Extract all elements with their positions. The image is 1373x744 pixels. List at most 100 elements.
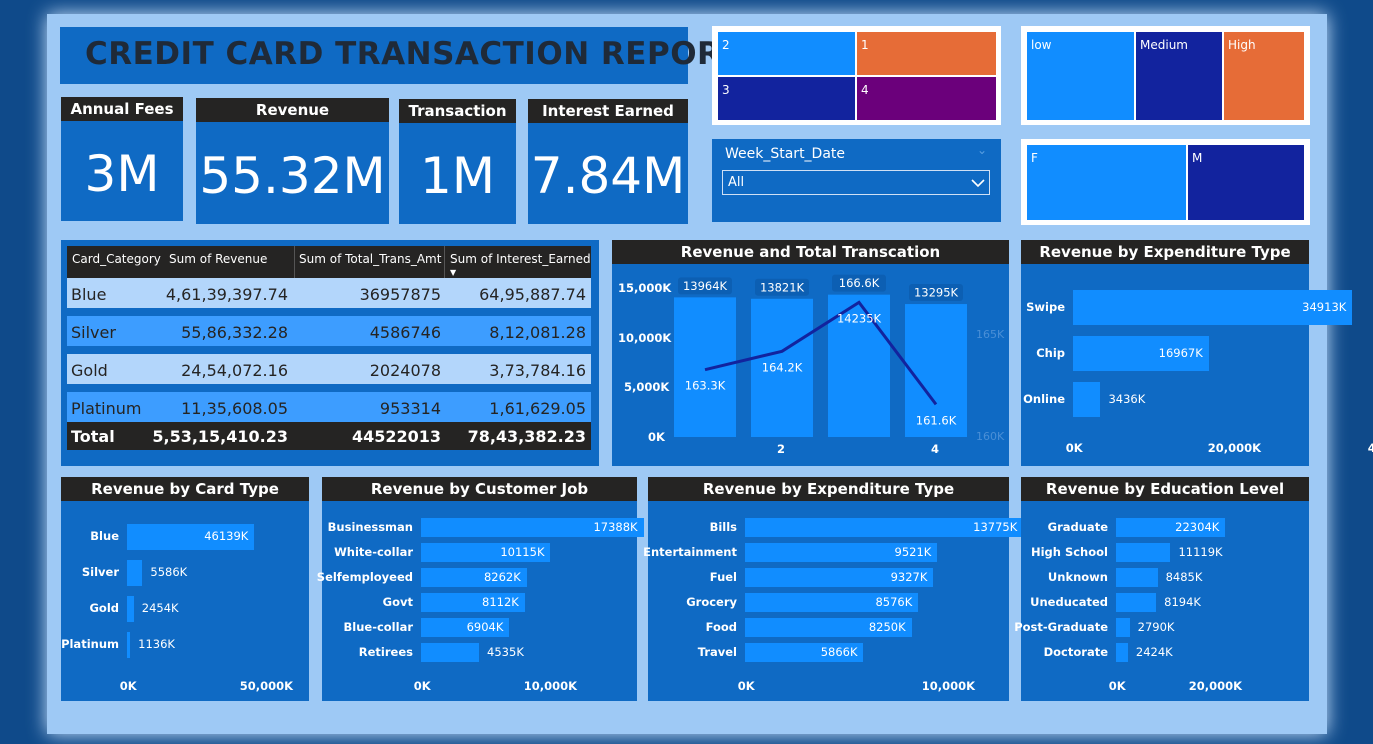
total-trans-amt: 44522013 xyxy=(351,427,441,446)
data-label: 8194K xyxy=(1164,594,1201,609)
x-tick: 0K xyxy=(119,679,137,693)
cell-trans-amt: 36957875 xyxy=(359,285,441,304)
bar[interactable] xyxy=(127,596,134,622)
quarter-tile-4[interactable]: 4 xyxy=(857,77,996,120)
data-label: 13821K xyxy=(760,280,805,294)
data-label: 2424K xyxy=(1135,644,1173,659)
category-label: Bills xyxy=(709,519,737,534)
category-label: Selfemployeed xyxy=(316,569,413,584)
slicer-title: Week_Start_Date xyxy=(725,146,846,162)
quarter-tile-3[interactable]: 3 xyxy=(718,77,855,120)
x-tick: 0K xyxy=(737,679,755,693)
data-label: 16967K xyxy=(1158,345,1203,360)
data-label: 17388K xyxy=(593,519,638,534)
data-label: 5586K xyxy=(150,565,188,579)
chevron-down-icon xyxy=(971,179,985,188)
week-dropdown[interactable]: All xyxy=(722,170,990,195)
cell-interest: 1,61,629.05 xyxy=(489,399,586,418)
kpi-card-annual-fees[interactable]: Annual Fees 3M xyxy=(61,97,183,221)
bar[interactable] xyxy=(1116,568,1158,587)
title-panel: CREDIT CARD TRANSACTION REPORT xyxy=(60,27,741,84)
revenue-by-education-level: Revenue by Education Level Graduate 22304… xyxy=(1014,477,1309,701)
table-row[interactable]: Blue 4,61,39,397.74 36957875 64,95,887.7… xyxy=(67,278,591,308)
table-row[interactable]: Gold 24,54,072.16 2024078 3,73,784.16 xyxy=(67,354,591,384)
clear-selection-icon[interactable]: ⌄ xyxy=(977,143,987,157)
cell-category: Silver xyxy=(71,323,116,342)
kpi-value: 3M xyxy=(84,145,160,203)
category-label: Grocery xyxy=(686,594,737,609)
data-label: 166.6K xyxy=(839,276,880,290)
bar[interactable] xyxy=(127,560,143,586)
category-label: Entertainment xyxy=(643,544,737,559)
bar[interactable] xyxy=(1116,618,1130,637)
kpi-card-interest-earned[interactable]: Interest Earned 7.84M xyxy=(528,99,688,224)
data-label: 11119K xyxy=(1178,544,1223,559)
income-tile-low[interactable]: low xyxy=(1027,32,1134,120)
data-label: 2454K xyxy=(141,601,179,615)
x-tick: 40,000K xyxy=(1367,441,1373,455)
table-row[interactable]: Silver 55,86,332.28 4586746 8,12,081.28 xyxy=(67,316,591,346)
kpi-label: Revenue xyxy=(196,98,389,122)
table-total-row: Total 5,53,15,410.23 44522013 78,43,382.… xyxy=(67,422,591,450)
data-label: 22304K xyxy=(1175,519,1220,534)
cell-interest: 3,73,784.16 xyxy=(489,361,586,380)
category-label: Travel xyxy=(697,644,737,659)
data-label: 8112K xyxy=(482,594,519,609)
col-divider xyxy=(294,246,295,278)
category-label: Businessman xyxy=(327,519,413,534)
week-start-date-slicer: Week_Start_Date ⌄ All xyxy=(712,139,1001,222)
revenue-by-expenditure-type-bottom: Revenue by Expenditure Type Bills 13775K E… xyxy=(643,477,1024,701)
kpi-card-transaction[interactable]: Transaction 1M xyxy=(399,99,516,224)
cell-revenue: 4,61,39,397.74 xyxy=(165,285,288,304)
line-data-label: 161.6K xyxy=(916,413,957,427)
transaction-line[interactable] xyxy=(704,300,938,406)
bar[interactable] xyxy=(421,643,480,662)
col-sum-of-revenue[interactable]: Sum of Revenue xyxy=(169,252,267,266)
data-label: 5866K xyxy=(820,644,858,659)
revenue-bar[interactable] xyxy=(674,297,736,437)
quarter-tile-2[interactable]: 2 xyxy=(718,32,855,75)
cell-trans-amt: 4586746 xyxy=(369,323,441,342)
category-label: Doctorate xyxy=(1043,644,1108,659)
kpi-label: Transaction xyxy=(399,99,516,123)
bar[interactable] xyxy=(1116,543,1171,562)
bar-chart-area: Bills 13775K Entertainment 9521K Fuel 9327K Gr… xyxy=(643,477,1024,701)
data-label: 4535K xyxy=(487,644,524,659)
x-tick: 0K xyxy=(1108,679,1126,693)
col-sum-of-interest-earned[interactable]: Sum of Interest_Earned xyxy=(450,252,591,266)
line-data-label: 164.2K xyxy=(762,360,803,374)
category-label: Online xyxy=(1023,391,1065,406)
data-label: 46139K xyxy=(204,529,249,543)
revenue-by-customer-job: Revenue by Customer Job Businessman 17388… xyxy=(317,477,705,701)
data-label: 1136K xyxy=(138,637,175,651)
kpi-label: Annual Fees xyxy=(61,97,183,121)
table-row[interactable]: Platinum 11,35,608.05 953314 1,61,629.05 xyxy=(67,392,591,422)
kpi-card-revenue[interactable]: Revenue 55.32M xyxy=(196,98,389,224)
bar[interactable] xyxy=(127,632,131,658)
bar[interactable] xyxy=(1116,593,1157,612)
line-data-label: 14235K xyxy=(837,311,882,325)
data-label: 9327K xyxy=(890,569,928,584)
data-label: 8262K xyxy=(483,569,521,584)
data-label: 13295K xyxy=(914,286,959,300)
cell-trans-amt: 953314 xyxy=(379,399,441,418)
gender-tile-f[interactable]: F xyxy=(1027,145,1186,220)
quarter-tile-1[interactable]: 1 xyxy=(857,32,996,75)
revenue-by-card-type: Revenue by Card Type Blue 46139K Silver 558… xyxy=(61,477,309,701)
sort-desc-icon: ▼ xyxy=(450,268,457,277)
bar[interactable] xyxy=(1116,643,1128,662)
cell-trans-amt: 2024078 xyxy=(369,361,441,380)
bar-chart-area: Blue 46139K Silver 5586K Gold 2454K Platinum 11… xyxy=(61,477,309,701)
col-card-category[interactable]: Card_Category xyxy=(72,252,161,266)
category-label: Retirees xyxy=(358,644,413,659)
x-tick: 10,000K xyxy=(921,679,976,693)
gender-tile-m[interactable]: M xyxy=(1188,145,1304,220)
income-tile-high[interactable]: High xyxy=(1224,32,1304,120)
total-interest: 78,43,382.23 xyxy=(467,427,586,446)
combo-plot: 13964K 13821K 166.6K 13295K 163.3K 164.2K 1423… xyxy=(674,274,967,437)
data-label: 9521K xyxy=(894,544,932,559)
revenue-by-expenditure-type-top: Revenue by Expenditure Type Swipe 34913K C… xyxy=(1021,240,1373,466)
col-sum-of-total-trans-amt[interactable]: Sum of Total_Trans_Amt xyxy=(299,252,441,266)
income-tile-medium[interactable]: Medium xyxy=(1136,32,1222,120)
bar[interactable] xyxy=(1073,382,1101,417)
